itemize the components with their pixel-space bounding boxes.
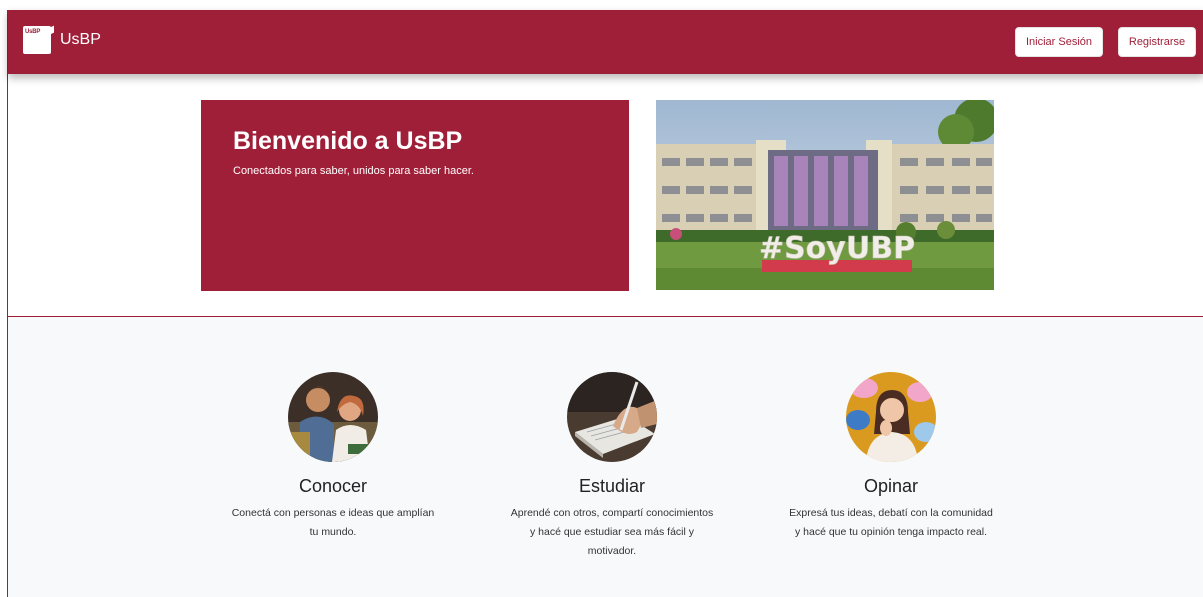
- thinking-woman-photo-icon: [846, 372, 936, 462]
- brand-link[interactable]: UsBP UsBP: [23, 25, 101, 54]
- hero-card: Bienvenido a UsBP Conectados para saber,…: [201, 100, 629, 291]
- feature-opinar: Opinar Expresá tus ideas, debatí con la …: [781, 372, 1001, 542]
- soyubp-sign: #SoyUBP: [759, 231, 915, 266]
- feature-title: Opinar: [863, 476, 919, 496]
- navbar: UsBP UsBP Iniciar Sesión Registrarse: [8, 10, 1203, 74]
- logo-text: UsBP: [25, 29, 41, 35]
- writing-notebook-photo-icon: [567, 372, 657, 462]
- campus-photo: #SoyUBP: [656, 100, 994, 290]
- students-photo-icon: [288, 372, 378, 462]
- hero-title: Bienvenido a UsBP: [233, 127, 463, 155]
- hero-subtitle: Conectados para saber, unidos para saber…: [233, 165, 474, 177]
- feature-estudiar: Estudiar Aprendé con otros, compartí con…: [502, 372, 722, 561]
- features-section: Conocer Conectá con personas e ideas que…: [8, 318, 1203, 597]
- feature-text: Expresá tus ideas, debatí con la comunid…: [789, 507, 993, 538]
- hero-section: Bienvenido a UsBP Conectados para saber,…: [8, 74, 1203, 317]
- feature-conocer: Conocer Conectá con personas e ideas que…: [223, 372, 443, 542]
- feature-title: Estudiar: [578, 476, 646, 496]
- register-button[interactable]: Registrarse: [1118, 27, 1196, 57]
- feature-text: Aprendé con otros, compartí conocimiento…: [510, 507, 714, 557]
- feature-title: Conocer: [298, 476, 368, 496]
- brand-name: UsBP: [60, 31, 101, 48]
- app-frame: UsBP UsBP Iniciar Sesión Registrarse Bie…: [7, 10, 1203, 597]
- feature-text: Conectá con personas e ideas que amplían…: [231, 507, 435, 538]
- logo-icon: UsBP: [23, 25, 54, 54]
- login-button[interactable]: Iniciar Sesión: [1015, 27, 1103, 57]
